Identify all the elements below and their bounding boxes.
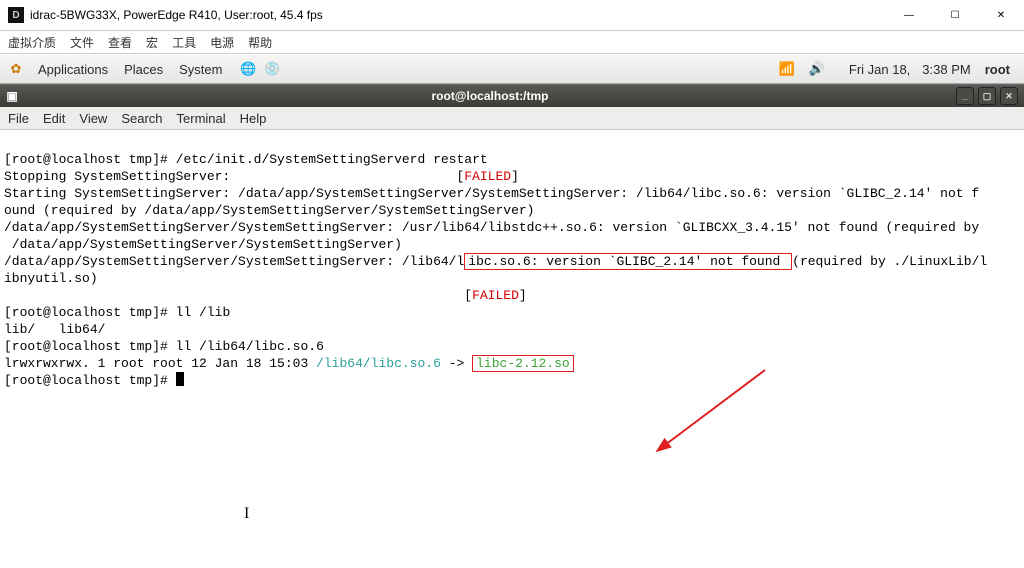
text-cursor-icon: I	[244, 505, 249, 522]
terminal-output[interactable]: [root@localhost tmp]# /etc/init.d/System…	[0, 130, 1024, 568]
terminal-menubar: File Edit View Search Terminal Help	[0, 107, 1024, 130]
term-close-button[interactable]: ✕	[1000, 87, 1018, 105]
menu-virtual-media[interactable]: 虚拟介质	[8, 34, 56, 51]
menu-help[interactable]: 帮助	[248, 34, 272, 51]
term-maximize-button[interactable]: ▢	[978, 87, 996, 105]
cursor	[176, 372, 184, 386]
status-failed: FAILED	[472, 288, 519, 303]
terminal-titlebar: ▣ root@localhost:/tmp _ ▢ ✕	[0, 84, 1024, 107]
apps-icon: ✿	[6, 59, 26, 79]
term-menu-edit[interactable]: Edit	[43, 111, 65, 126]
command-text: /etc/init.d/SystemSettingServerd restart	[176, 152, 488, 167]
output-text: ->	[441, 356, 472, 371]
panel-system[interactable]: System	[171, 62, 230, 77]
windows-titlebar: D idrac-5BWG33X, PowerEdge R410, User:ro…	[0, 0, 1024, 31]
disk-icon[interactable]: 💿	[262, 59, 282, 79]
annotation-arrow-icon	[655, 365, 775, 455]
output-text: /data/app/SystemSettingServer/SystemSett…	[4, 254, 464, 269]
menu-view[interactable]: 查看	[108, 34, 132, 51]
term-menu-search[interactable]: Search	[121, 111, 162, 126]
output-text: lrwxrwxrwx. 1 root root 12 Jan 18 15:03	[4, 356, 316, 371]
command-text: ll /lib64/libc.so.6	[176, 339, 324, 354]
window-title: idrac-5BWG33X, PowerEdge R410, User:root…	[30, 8, 323, 22]
network-icon[interactable]: 📶	[777, 59, 797, 79]
prompt: [root@localhost tmp]#	[4, 373, 176, 388]
app-icon: D	[8, 7, 24, 23]
panel-places[interactable]: Places	[116, 62, 171, 77]
command-text: ll /lib	[176, 305, 231, 320]
panel-applications[interactable]: Applications	[30, 62, 116, 77]
menu-tools[interactable]: 工具	[172, 34, 196, 51]
term-minimize-button[interactable]: _	[956, 87, 974, 105]
sound-icon[interactable]: 🔊	[807, 59, 827, 79]
terminal-title: root@localhost:/tmp	[24, 89, 956, 103]
minimize-button[interactable]: —	[886, 0, 932, 30]
idrac-menubar: 虚拟介质 文件 查看 宏 工具 电源 帮助	[0, 31, 1024, 54]
term-menu-view[interactable]: View	[79, 111, 107, 126]
output-text: ]	[511, 169, 519, 184]
menu-macro[interactable]: 宏	[146, 34, 158, 51]
term-menu-file[interactable]: File	[8, 111, 29, 126]
output-text: /data/app/SystemSettingServer/SystemSett…	[4, 237, 402, 252]
output-text: Starting SystemSettingServer: /data/app/…	[4, 186, 979, 201]
globe-icon[interactable]: 🌐	[238, 59, 258, 79]
prompt: [root@localhost tmp]#	[4, 305, 176, 320]
output-text: [	[4, 288, 472, 303]
output-text: (required by ./LinuxLib/l	[792, 254, 987, 269]
maximize-button[interactable]: ☐	[932, 0, 978, 30]
term-menu-terminal[interactable]: Terminal	[177, 111, 226, 126]
output-text: lib/ lib64/	[4, 322, 105, 337]
output-text: /data/app/SystemSettingServer/SystemSett…	[4, 220, 979, 235]
panel-user[interactable]: root	[977, 62, 1018, 77]
prompt: [root@localhost tmp]#	[4, 339, 176, 354]
panel-time[interactable]: 3:38 PM	[922, 62, 970, 77]
close-button[interactable]: ✕	[978, 0, 1024, 30]
gnome-panel: ✿ Applications Places System 🌐 💿 📶 🔊 Fri…	[0, 54, 1024, 84]
symlink-target: libc-2.12.so	[472, 355, 574, 372]
output-text: ibnyutil.so)	[4, 271, 98, 286]
term-menu-help[interactable]: Help	[240, 111, 267, 126]
status-failed: FAILED	[464, 169, 511, 184]
prompt: [root@localhost tmp]#	[4, 152, 176, 167]
output-text: Stopping SystemSettingServer: [	[4, 169, 464, 184]
output-text: ]	[519, 288, 527, 303]
output-text: ound (required by /data/app/SystemSettin…	[4, 203, 535, 218]
highlight-error: ibc.so.6: version `GLIBC_2.14' not found	[464, 253, 792, 270]
menu-file[interactable]: 文件	[70, 34, 94, 51]
symlink-source: /lib64/libc.so.6	[316, 356, 441, 371]
panel-date[interactable]: Fri Jan 18,	[849, 62, 910, 77]
terminal-icon: ▣	[0, 89, 24, 103]
menu-power[interactable]: 电源	[210, 34, 234, 51]
